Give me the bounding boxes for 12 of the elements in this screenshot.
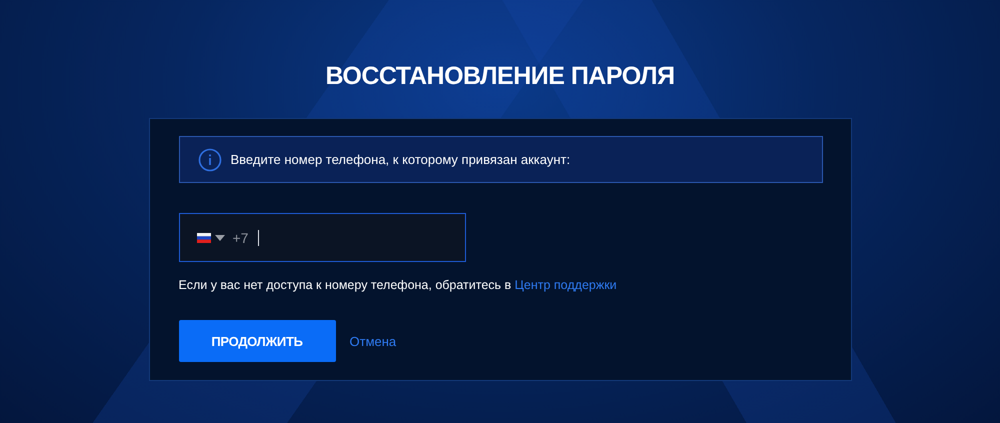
- phone-prefix: +7: [232, 230, 248, 246]
- page-title: ВОССТАНОВЛЕНИЕ ПАРОЛЯ: [325, 61, 675, 92]
- cancel-link[interactable]: Отмена: [350, 334, 396, 348]
- help-text: Если у вас нет доступа к номеру телефона, обратитесь в Центр поддержки: [178, 277, 618, 294]
- info-text: Введите номер телефона, к которому привязан аккаунт:: [230, 152, 570, 167]
- support-link[interactable]: Центр поддержки: [514, 278, 617, 292]
- text-cursor: [258, 230, 260, 246]
- continue-button[interactable]: ПРОДОЛЖИТЬ: [178, 320, 336, 362]
- caret-icon[interactable]: [214, 234, 224, 240]
- flag-icon[interactable]: [196, 232, 210, 242]
- info-icon: [198, 148, 222, 172]
- phone-field[interactable]: +7: [178, 213, 466, 262]
